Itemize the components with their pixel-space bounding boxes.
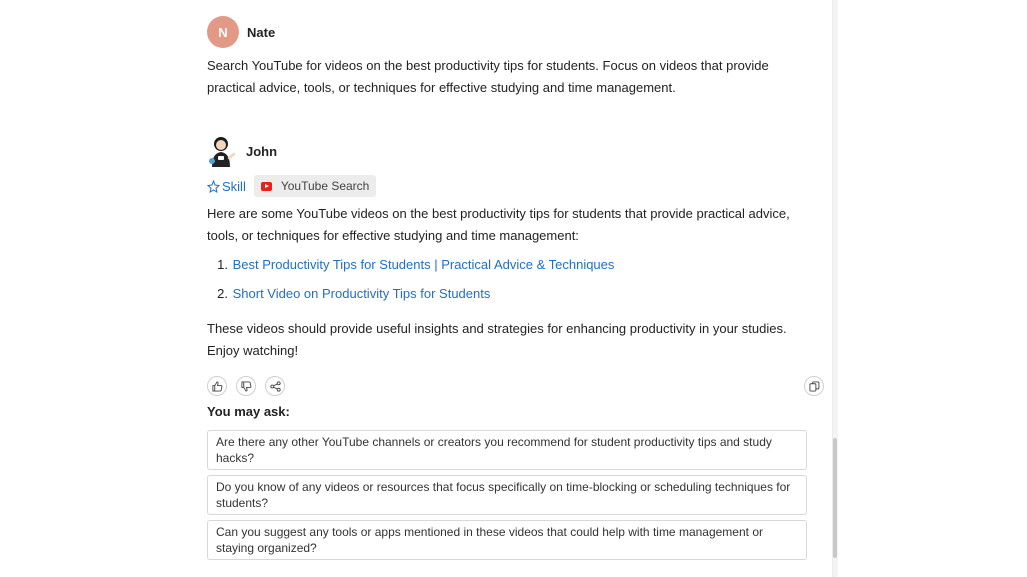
bot-name: John <box>246 143 278 159</box>
user-name: Nate <box>247 24 276 40</box>
user-message-text: Search YouTube for videos on the best pr… <box>207 58 769 95</box>
reply-outro: These videos should provide useful insig… <box>207 321 787 358</box>
list-number: 2. <box>217 286 228 301</box>
video-list: 1. Best Productivity Tips for Students |… <box>207 254 614 312</box>
scrollbar-thumb[interactable] <box>833 438 837 558</box>
share-button[interactable] <box>265 376 285 396</box>
bot-message-header: John <box>207 134 277 168</box>
user-avatar: N <box>207 16 239 48</box>
user-message-header: N Nate <box>207 16 275 48</box>
video-link[interactable]: Short Video on Productivity Tips for Stu… <box>233 286 491 301</box>
thumbs-down-icon <box>240 380 251 392</box>
skill-label: Skill <box>222 178 246 194</box>
list-number: 1. <box>217 257 228 272</box>
skill-row: Skill YouTube Search <box>207 175 377 197</box>
thumbs-down-button[interactable] <box>236 376 256 396</box>
thumbs-up-button[interactable] <box>207 376 227 396</box>
youtube-logo-icon <box>260 181 272 191</box>
copy-icon <box>808 380 819 392</box>
suggestion-item[interactable]: Do you know of any videos or resources t… <box>207 475 807 515</box>
video-link[interactable]: Best Productivity Tips for Students | Pr… <box>233 257 615 272</box>
reply-intro: Here are some YouTube videos on the best… <box>207 206 790 243</box>
youtube-search-chip[interactable]: YouTube Search <box>253 175 377 197</box>
list-item: 2. Short Video on Productivity Tips for … <box>207 283 614 312</box>
suggestions-title: You may ask: <box>207 404 290 419</box>
thumbs-up-icon <box>211 380 222 392</box>
suggestion-item[interactable]: Can you suggest any tools or apps mentio… <box>207 520 807 560</box>
message-actions <box>207 376 285 396</box>
cartoon-avatar-icon <box>209 137 236 167</box>
copy-button[interactable] <box>804 376 824 396</box>
list-item: 1. Best Productivity Tips for Students |… <box>207 254 614 283</box>
sparkle-star-icon <box>207 179 220 193</box>
share-icon <box>269 380 281 392</box>
skill-link[interactable]: Skill <box>207 179 246 194</box>
tool-chip-label: YouTube Search <box>280 179 370 193</box>
suggestion-item[interactable]: Are there any other YouTube channels or … <box>207 430 807 470</box>
